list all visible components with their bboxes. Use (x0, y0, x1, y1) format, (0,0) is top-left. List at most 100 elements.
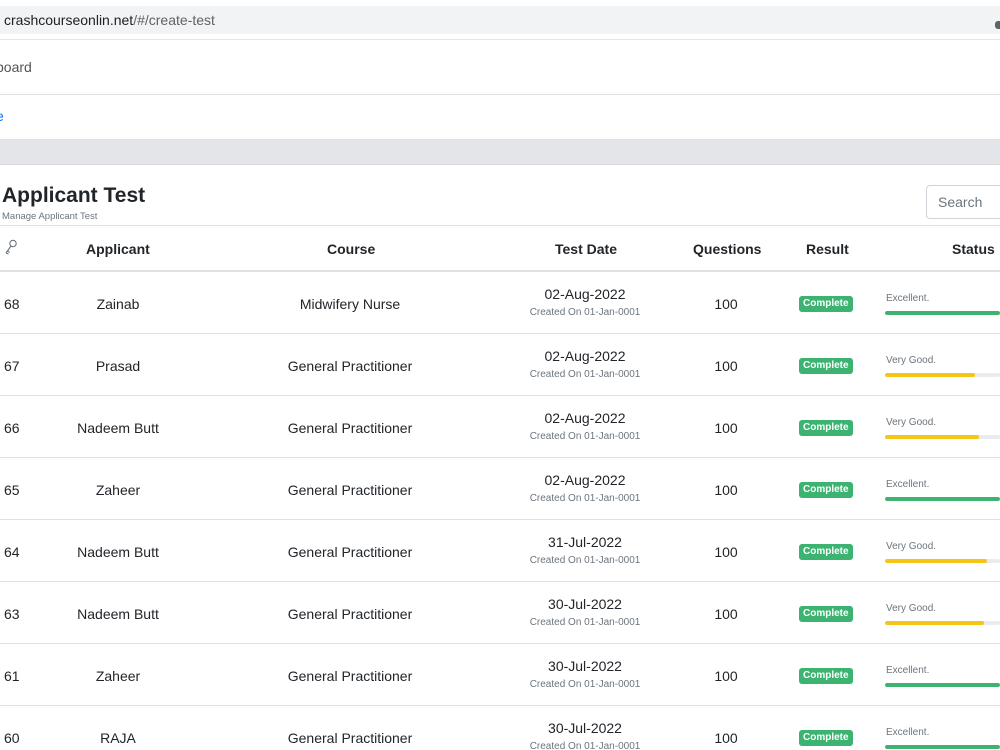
applicant-test-table: Applicant Course Test Date Questions Res… (0, 225, 1000, 750)
url-text[interactable]: crashcourseonlin.net/#/create-test (4, 12, 215, 28)
row-created-on: Created On 01-Jan-0001 (529, 369, 641, 380)
table-row[interactable]: 60 RAJA General Practitioner 30-Jul-2022 Cre… (0, 706, 1000, 750)
result-badge: Complete (799, 668, 853, 684)
result-badge: Complete (799, 606, 853, 622)
row-course: General Practitioner (287, 730, 413, 746)
row-status-text: Very Good. (886, 355, 937, 366)
table-row[interactable]: 67 Prasad General Practitioner 02-Aug-2022 C… (0, 334, 1000, 396)
breadcrumb-home-label[interactable]: e (0, 108, 4, 124)
row-created-on: Created On 01-Jan-0001 (529, 307, 641, 318)
row-status-text: Excellent. (886, 665, 930, 676)
table-header: Applicant Course Test Date Questions Res… (0, 225, 1000, 272)
table-row[interactable]: 65 Zaheer General Practitioner 02-Aug-2022 C… (0, 458, 1000, 520)
row-id: 65 (4, 482, 20, 498)
row-created-on: Created On 01-Jan-0001 (529, 555, 641, 566)
row-created-on: Created On 01-Jan-0001 (529, 493, 641, 504)
row-questions: 100 (714, 420, 738, 436)
url-path: /#/create-test (133, 12, 215, 28)
row-status-text: Very Good. (886, 417, 937, 428)
row-course: General Practitioner (287, 668, 413, 684)
header-result[interactable]: Result (806, 241, 849, 257)
search-input[interactable] (926, 185, 1000, 219)
row-created-on: Created On 01-Jan-0001 (529, 741, 641, 750)
row-created-on: Created On 01-Jan-0001 (529, 679, 641, 690)
row-status-text: Excellent. (886, 479, 930, 490)
url-host: crashcourseonlin.net (4, 12, 134, 28)
row-applicant: RAJA (100, 730, 136, 746)
status-progress-bar (885, 683, 1000, 687)
table-row[interactable]: 64 Nadeem Butt General Practitioner 31-Jul-… (0, 520, 1000, 582)
result-badge: Complete (799, 420, 853, 436)
header-questions[interactable]: Questions (693, 241, 761, 257)
row-id: 63 (4, 606, 20, 622)
row-id: 68 (4, 296, 20, 312)
row-applicant: Zaheer (95, 482, 141, 498)
row-questions: 100 (714, 482, 738, 498)
status-progress-fill (885, 435, 980, 439)
nav-item-dashboard-label: board (0, 59, 32, 75)
table-row[interactable]: 66 Nadeem Butt General Practitioner 02-Aug-… (0, 396, 1000, 458)
row-id: 67 (4, 358, 20, 374)
row-id: 64 (4, 544, 20, 560)
row-applicant: Zaheer (95, 668, 141, 684)
row-status-text: Very Good. (886, 541, 937, 552)
status-progress-bar (885, 559, 1000, 563)
row-questions: 100 (714, 296, 738, 312)
row-status-text: Excellent. (886, 727, 930, 738)
url-field[interactable]: crashcourseonlin.net/#/create-test (0, 6, 1000, 34)
row-test-date: 30-Jul-2022 (548, 658, 622, 674)
key-icon (5, 239, 17, 255)
row-test-date: 31-Jul-2022 (548, 534, 622, 550)
row-test-date: 02-Aug-2022 (544, 472, 626, 488)
status-progress-fill (885, 311, 1000, 315)
status-progress-fill (885, 745, 1000, 749)
status-progress-fill (885, 621, 984, 625)
row-id: 66 (4, 420, 20, 436)
row-created-on: Created On 01-Jan-0001 (529, 617, 641, 628)
row-applicant: Prasad (95, 358, 141, 374)
status-progress-bar (885, 745, 1000, 749)
row-applicant: Nadeem Butt (77, 420, 159, 436)
table-body: 68 Zainab Midwifery Nurse 02-Aug-2022 Create… (0, 272, 1000, 750)
breadcrumb-home[interactable]: e (0, 96, 1000, 140)
status-progress-bar (885, 311, 1000, 315)
row-course: General Practitioner (287, 544, 413, 560)
table-row[interactable]: 68 Zainab Midwifery Nurse 02-Aug-2022 Create… (0, 272, 1000, 334)
table-row[interactable]: 61 Zaheer General Practitioner 30-Jul-2022 C… (0, 644, 1000, 706)
row-status-text: Excellent. (886, 293, 930, 304)
table-row[interactable]: 63 Nadeem Butt General Practitioner 30-Jul-… (0, 582, 1000, 644)
row-applicant: Nadeem Butt (77, 544, 159, 560)
result-badge: Complete (799, 296, 853, 312)
row-course: General Practitioner (287, 420, 413, 436)
nav-item-dashboard[interactable]: board (0, 41, 1000, 95)
row-course: Midwifery Nurse (299, 296, 401, 312)
row-applicant: Nadeem Butt (77, 606, 159, 622)
result-badge: Complete (799, 730, 853, 746)
status-progress-fill (885, 497, 1000, 501)
row-course: General Practitioner (287, 358, 413, 374)
header-applicant[interactable]: Applicant (86, 241, 150, 257)
row-status-text: Very Good. (886, 603, 937, 614)
row-questions: 100 (714, 730, 738, 746)
status-progress-fill (885, 559, 988, 563)
status-progress-bar (885, 435, 1000, 439)
breadcrumb-bar (0, 140, 1000, 165)
page-subtitle: Manage Applicant Test (2, 211, 98, 222)
row-questions: 100 (714, 358, 738, 374)
row-test-date: 30-Jul-2022 (548, 720, 622, 736)
status-progress-bar (885, 621, 1000, 625)
status-progress-fill (885, 683, 1000, 687)
browser-address-bar: crashcourseonlin.net/#/create-test (0, 0, 1000, 40)
header-status[interactable]: Status (952, 241, 995, 257)
row-applicant: Zainab (96, 296, 140, 312)
row-test-date: 02-Aug-2022 (544, 286, 626, 302)
header-test-date[interactable]: Test Date (555, 241, 617, 257)
result-badge: Complete (799, 358, 853, 374)
header-course[interactable]: Course (327, 241, 375, 257)
row-questions: 100 (714, 606, 738, 622)
row-questions: 100 (714, 544, 738, 560)
status-progress-fill (885, 373, 975, 377)
status-progress-bar (885, 497, 1000, 501)
row-test-date: 02-Aug-2022 (544, 410, 626, 426)
extension-icon[interactable] (995, 21, 1000, 29)
